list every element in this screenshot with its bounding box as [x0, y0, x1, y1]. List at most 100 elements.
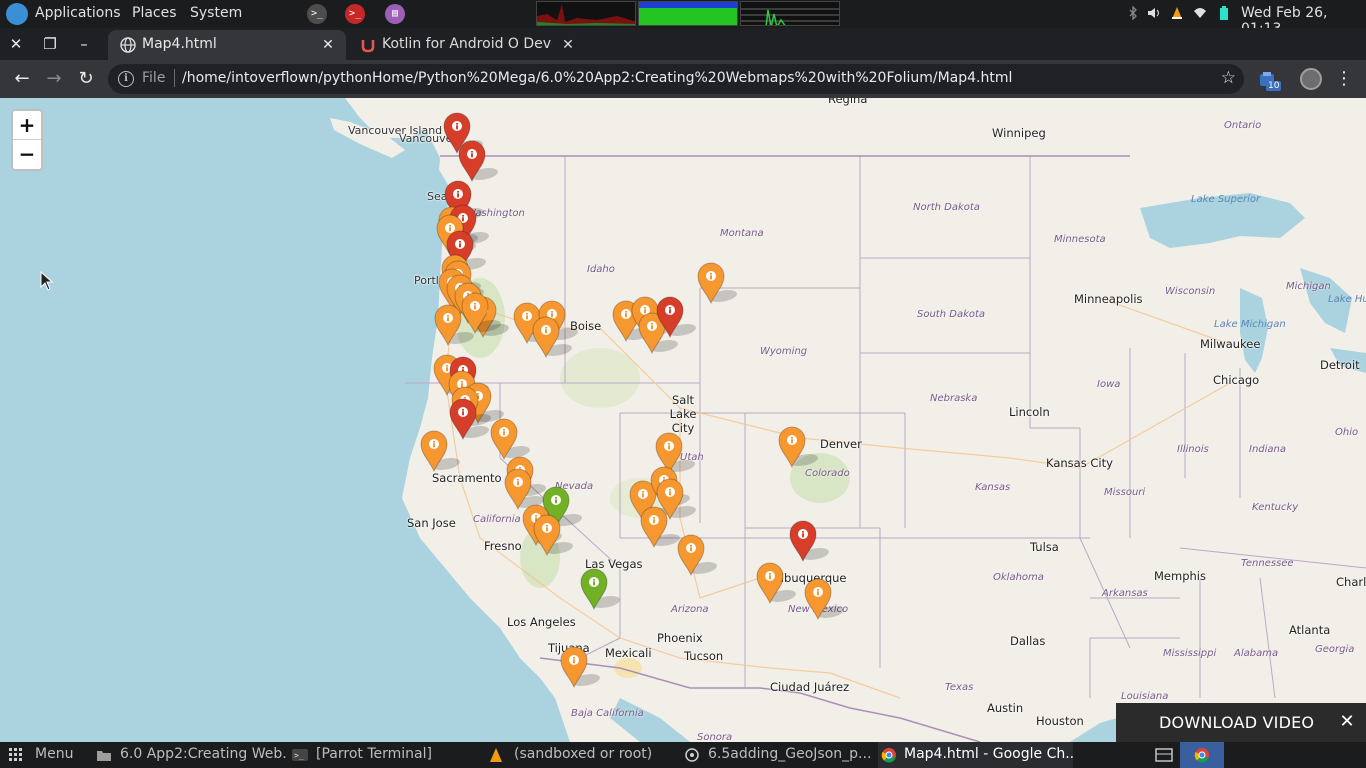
- map-marker[interactable]: [755, 562, 801, 604]
- volume-icon[interactable]: [1147, 6, 1161, 20]
- task-label: 6.5adding_GeoJson_p...: [708, 746, 870, 762]
- window-minimize-icon[interactable]: –: [72, 32, 96, 56]
- map-marker[interactable]: [489, 418, 535, 460]
- taskbar-task[interactable]: 6.5adding_GeoJson_p...: [684, 742, 870, 768]
- root-terminal-launcher-icon[interactable]: >_: [345, 4, 365, 24]
- forward-button[interactable]: →: [42, 67, 66, 91]
- info-sign-icon: [533, 514, 561, 556]
- city-label: Milwaukee: [1200, 337, 1261, 351]
- map-marker[interactable]: [655, 296, 701, 338]
- map-marker[interactable]: [777, 426, 823, 468]
- state-label: Wyoming: [760, 346, 808, 357]
- wifi-icon[interactable]: [1193, 6, 1207, 20]
- map-marker[interactable]: [639, 506, 685, 548]
- tab-kotlin[interactable]: Kotlin for Android O Devel ✕: [348, 30, 586, 60]
- city-label: Lincoln: [1009, 405, 1050, 419]
- map-marker[interactable]: [419, 430, 465, 472]
- applications-menu[interactable]: Applications: [35, 5, 121, 21]
- map-marker[interactable]: [579, 568, 625, 610]
- map-marker[interactable]: [803, 578, 849, 620]
- vlc-icon: [490, 748, 502, 762]
- state-label: Baja California: [571, 708, 644, 719]
- city-label: Sacramento: [432, 471, 502, 485]
- state-label: Montana: [720, 228, 764, 239]
- leaflet-map[interactable]: Vancouver Island Vancouver Seattle Portl…: [0, 98, 1366, 742]
- city-label: Austin: [987, 701, 1024, 715]
- bluetooth-icon[interactable]: [1126, 6, 1140, 20]
- map-marker-pin: [457, 140, 487, 182]
- text-editor-launcher-icon[interactable]: ▤: [385, 4, 405, 24]
- python-file-icon: [685, 748, 699, 762]
- city-label: Charlotte: [1336, 575, 1366, 589]
- city-label: Dallas: [1010, 634, 1046, 648]
- state-label: Tennessee: [1241, 558, 1294, 569]
- map-marker[interactable]: [696, 262, 742, 304]
- taskbar-task[interactable]: (sandboxed or root): [488, 742, 673, 768]
- reload-button[interactable]: ↻: [74, 67, 98, 91]
- state-label: Louisiana: [1121, 691, 1169, 702]
- battery-icon[interactable]: [1217, 6, 1231, 20]
- state-label: North Dakota: [913, 202, 980, 213]
- browser-menu-icon[interactable]: ⋮: [1334, 68, 1354, 90]
- info-sign-icon: [804, 578, 832, 620]
- info-sign-icon: [778, 426, 806, 468]
- state-label: Idaho: [587, 264, 615, 275]
- close-icon[interactable]: ✕: [1336, 711, 1358, 733]
- map-marker[interactable]: [532, 514, 578, 556]
- chrome-launcher[interactable]: [1180, 742, 1224, 768]
- download-video-banner[interactable]: DOWNLOAD VIDEO ✕: [1116, 703, 1366, 743]
- download-video-label[interactable]: DOWNLOAD VIDEO: [1159, 713, 1314, 732]
- map-marker-pin: [531, 316, 561, 358]
- taskbar-menu-button[interactable]: Menu: [8, 742, 88, 768]
- window-restore-icon[interactable]: ❐: [38, 32, 62, 56]
- map-marker[interactable]: [676, 534, 722, 576]
- address-bar[interactable]: i File /home/intoverflown/pythonHome/Pyt…: [108, 64, 1244, 94]
- map-marker[interactable]: [448, 398, 494, 440]
- taskbar-task[interactable]: >_ [Parrot Terminal]: [292, 742, 472, 768]
- city-label: Houston: [1036, 714, 1084, 728]
- tab-map4[interactable]: Map4.html ✕: [108, 30, 346, 60]
- browser-tab-strip: ✕ ❐ – Map4.html ✕ Kotlin for Android O D…: [0, 28, 1366, 84]
- city-label: Kansas City: [1046, 456, 1113, 470]
- state-label: South Dakota: [917, 309, 986, 320]
- places-menu[interactable]: Places: [132, 5, 177, 21]
- back-button[interactable]: ←: [10, 67, 34, 91]
- info-sign-icon: [458, 140, 486, 182]
- taskbar-task[interactable]: 6.0 App2:Creating Web...: [96, 742, 286, 768]
- url-text[interactable]: /home/intoverflown/pythonHome/Python%20M…: [182, 70, 1012, 86]
- apps-grid-icon: [9, 748, 22, 761]
- info-sign-icon: [756, 562, 784, 604]
- map-marker[interactable]: [457, 140, 503, 182]
- scheme-label: File: [142, 70, 166, 86]
- chrome-icon: [1194, 748, 1209, 763]
- task-label: Map4.html - Google Ch...: [904, 746, 1073, 762]
- info-icon[interactable]: i: [118, 71, 134, 87]
- map-marker-pin: [788, 520, 818, 562]
- vlc-icon[interactable]: [1170, 6, 1184, 20]
- parrot-logo-icon[interactable]: [6, 3, 28, 25]
- state-label: Kentucky: [1252, 502, 1299, 513]
- zoom-out-button[interactable]: −: [13, 140, 41, 169]
- map-marker[interactable]: [788, 520, 834, 562]
- system-menu[interactable]: System: [190, 5, 242, 21]
- info-sign-icon: [532, 316, 560, 358]
- map-marker-pin: [559, 646, 589, 688]
- map-marker[interactable]: [531, 316, 577, 358]
- city-label: Atlanta: [1289, 623, 1331, 637]
- window-close-icon[interactable]: ✕: [4, 32, 28, 56]
- tab-close-icon[interactable]: ✕: [558, 35, 578, 55]
- map-marker[interactable]: [433, 304, 479, 346]
- state-label: Ohio: [1335, 427, 1359, 438]
- screenshot-tool-icon[interactable]: [1155, 747, 1173, 763]
- map-marker[interactable]: [559, 646, 605, 688]
- bookmark-star-icon[interactable]: ☆: [1221, 68, 1236, 88]
- profile-avatar[interactable]: [1300, 68, 1322, 90]
- state-label: Mississippi: [1163, 648, 1217, 659]
- taskbar-task-active[interactable]: Map4.html - Google Ch...: [878, 742, 1073, 768]
- info-sign-icon: [677, 534, 705, 576]
- zoom-in-button[interactable]: +: [13, 111, 41, 140]
- task-label: 6.0 App2:Creating Web...: [120, 746, 286, 762]
- terminal-launcher-icon[interactable]: >_: [307, 4, 327, 24]
- tab-close-icon[interactable]: ✕: [318, 35, 338, 55]
- map-marker[interactable]: [460, 292, 506, 334]
